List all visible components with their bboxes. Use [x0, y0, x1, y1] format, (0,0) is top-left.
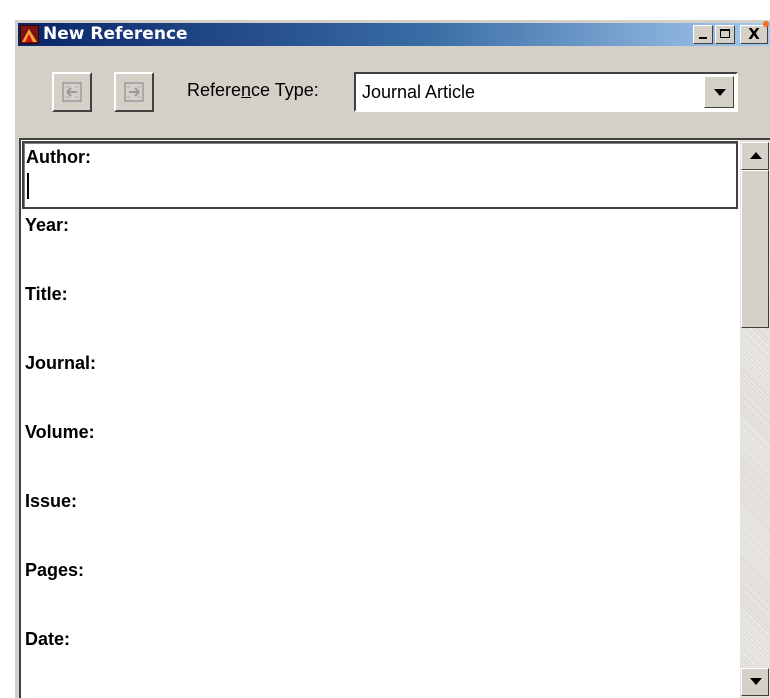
field-label: Issue: [25, 491, 78, 511]
reference-fields-panel: Author: Year: Title: Journal: Volume: Is… [19, 138, 770, 698]
field-list: Author: Year: Title: Journal: Volume: Is… [21, 140, 742, 698]
next-reference-icon [124, 82, 144, 102]
field-label: Volume: [25, 422, 95, 442]
reference-type-value: Journal Article [362, 82, 476, 102]
field-author[interactable]: Author: [22, 141, 738, 209]
scrollbar-thumb[interactable] [741, 170, 769, 328]
field-journal[interactable]: Journal: [21, 347, 742, 413]
vertical-scrollbar[interactable] [740, 140, 770, 698]
field-label: Journal: [25, 353, 97, 373]
close-button[interactable]: X [740, 25, 768, 44]
field-issue[interactable]: Issue: [21, 485, 742, 551]
scroll-down-arrow-icon[interactable] [741, 668, 769, 696]
minimize-icon [699, 37, 707, 39]
window-title: New Reference [43, 24, 188, 44]
scroll-up-arrow-icon[interactable] [741, 142, 769, 170]
field-year[interactable]: Year: [21, 209, 742, 275]
field-label: Title: [25, 284, 68, 304]
field-label: Pages: [25, 560, 85, 580]
reference-type-dropdown[interactable]: Journal Article [354, 72, 738, 112]
previous-reference-button[interactable] [52, 72, 92, 112]
field-label: Year: [25, 215, 70, 235]
endnote-app-icon[interactable] [20, 25, 39, 44]
next-reference-button[interactable] [114, 72, 154, 112]
field-label: Date: [25, 629, 71, 649]
field-date[interactable]: Date: [21, 623, 742, 689]
minimize-button[interactable] [693, 25, 713, 44]
previous-reference-icon [62, 82, 82, 102]
dropdown-arrow-icon[interactable] [704, 76, 734, 108]
field-volume[interactable]: Volume: [21, 416, 742, 482]
field-pages[interactable]: Pages: [21, 554, 742, 620]
close-icon: X [748, 25, 760, 43]
title-bar[interactable]: New Reference X [18, 21, 770, 46]
notification-dot [763, 21, 769, 27]
maximize-icon [720, 29, 730, 38]
new-reference-window: New Reference X Reference Type: Journal … [15, 20, 770, 698]
maximize-button[interactable] [715, 25, 735, 44]
field-label: Author: [26, 147, 91, 167]
reference-type-label: Reference Type: [187, 80, 319, 100]
field-title[interactable]: Title: [21, 278, 742, 344]
text-cursor [27, 173, 29, 199]
